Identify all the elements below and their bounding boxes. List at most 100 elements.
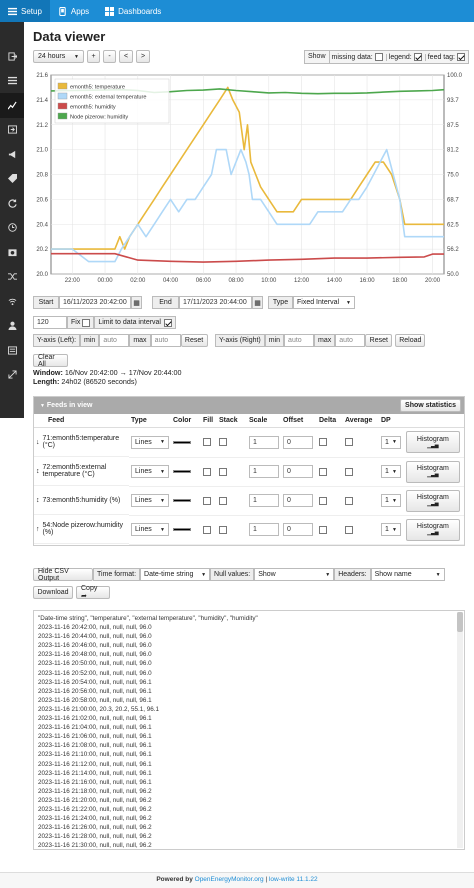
feed-offset-input[interactable]: 0 [283, 465, 313, 478]
feed-type-select[interactable]: Lines ▼ [131, 465, 169, 478]
download-button[interactable]: Download [33, 586, 73, 599]
sidebar-item-notify[interactable] [0, 142, 24, 167]
sidebar-item-expand[interactable] [0, 363, 24, 388]
feed-offset-input[interactable]: 0 [283, 435, 313, 449]
zoom-select[interactable]: 24 hours ▼ [33, 50, 84, 63]
headers-select[interactable]: Show name ▼ [370, 568, 445, 581]
y-left-min-input[interactable]: auto [99, 334, 130, 347]
footer-link[interactable]: OpenEnergyMonitor.org [195, 876, 264, 883]
feed-average-checkbox[interactable] [345, 438, 353, 447]
feed-dp-select[interactable]: 1 ▼ [381, 523, 401, 536]
clear-all-button[interactable]: Clear All [33, 354, 68, 368]
arrow-down-icon[interactable]: ↓ [36, 439, 40, 446]
fix-checkbox[interactable] [82, 318, 91, 327]
missing-data-checkbox[interactable] [374, 53, 383, 61]
sidebar-item-schedule[interactable] [0, 216, 24, 241]
feed-average-checkbox[interactable] [345, 496, 353, 505]
sidebar-item-account[interactable] [0, 314, 24, 339]
sidebar-item-graph[interactable] [0, 93, 24, 118]
interval-input[interactable]: 120 [33, 316, 67, 329]
feed-dp-select[interactable]: 1 ▼ [381, 435, 401, 449]
hide-csv-button[interactable]: Hide CSV Output [33, 568, 93, 582]
feed-dp-select[interactable]: 1 ▼ [381, 465, 401, 478]
feed-type-select[interactable]: Lines ▼ [131, 494, 169, 507]
feed-type-select[interactable]: Lines ▼ [131, 435, 169, 449]
feed-offset-input[interactable]: 0 [283, 523, 313, 536]
feeds-panel-header[interactable]: ▼ Feeds in view Show statistics [34, 397, 464, 414]
arrow-up-icon[interactable]: ↑ [36, 526, 40, 533]
calendar-icon[interactable]: ▦ [252, 296, 263, 309]
show-statistics-button[interactable]: Show statistics [400, 399, 461, 412]
feed-tag-checkbox[interactable] [456, 53, 465, 61]
data-chart[interactable]: 20.0 20.2 20.4 20.6 20.8 21.0 21.2 21.4 21.6 50.0… [24, 68, 474, 290]
feed-delta-checkbox[interactable] [319, 438, 327, 447]
sidebar-item-wifi[interactable] [0, 289, 24, 314]
end-datetime-input[interactable]: 17/11/2023 20:44:00 [179, 296, 252, 309]
feed-color-swatch[interactable] [173, 499, 191, 502]
y-left-reset-button[interactable]: Reset [180, 334, 208, 347]
feed-type-select[interactable]: Lines ▼ [131, 523, 169, 536]
feed-scale-input[interactable]: 1 [249, 435, 279, 449]
histogram-button[interactable]: Histogram ▁▃▅ [405, 431, 460, 454]
interval-type-select[interactable]: Fixed Interval ▼ [293, 296, 355, 309]
feed-color-swatch[interactable] [173, 440, 191, 444]
apps-menu-button[interactable]: Apps [50, 0, 97, 22]
feed-stack-checkbox[interactable] [219, 525, 227, 534]
pan-right-button[interactable]: > [136, 50, 150, 63]
sidebar-item-logout[interactable] [0, 44, 24, 69]
null-values-select[interactable]: Show ▼ [254, 568, 335, 581]
feed-stack-checkbox[interactable] [219, 496, 227, 505]
feed-scale-input[interactable]: 1 [249, 465, 279, 478]
sidebar-item-list[interactable] [0, 69, 24, 94]
y-left-max-input[interactable]: auto [150, 334, 181, 347]
y-right-reset-button[interactable]: Reset [365, 334, 393, 347]
pan-left-button[interactable]: < [119, 50, 133, 63]
feed-color-swatch[interactable] [173, 470, 191, 473]
sidebar-item-tags[interactable] [0, 167, 24, 192]
calendar-icon[interactable]: ▦ [131, 296, 142, 309]
feed-color-swatch[interactable] [173, 528, 191, 531]
zoom-in-button[interactable]: + [87, 50, 100, 63]
feed-offset-input[interactable]: 0 [283, 494, 313, 507]
y-right-tick-label: 62.5 [447, 222, 459, 228]
feed-fill-checkbox[interactable] [203, 467, 211, 476]
footer-version[interactable]: low-write 11.1.22 [269, 876, 318, 883]
copy-button[interactable]: Copy ➦ [76, 585, 110, 600]
feed-delta-checkbox[interactable] [319, 525, 327, 534]
feed-stack-checkbox[interactable] [219, 438, 227, 447]
feed-scale-input[interactable]: 1 [249, 494, 279, 507]
y-right-max-input[interactable]: auto [335, 334, 366, 347]
feed-scale-input[interactable]: 1 [249, 523, 279, 536]
zoom-out-button[interactable]: - [103, 50, 116, 63]
y-right-min-input[interactable]: auto [284, 334, 315, 347]
start-datetime-input[interactable]: 16/11/2023 20:42:00 [59, 296, 131, 309]
feed-dp-select[interactable]: 1 ▼ [381, 494, 401, 507]
csv-scrollbar[interactable] [457, 612, 463, 848]
time-format-select[interactable]: Date-time string ▼ [140, 568, 211, 581]
sidebar-item-inputs[interactable] [0, 118, 24, 143]
feed-stack-checkbox[interactable] [219, 467, 227, 476]
csv-output[interactable]: "Date-time string", "temperature", "exte… [33, 610, 465, 850]
histogram-button[interactable]: Histogram ▁▃▅ [405, 489, 460, 512]
sidebar-item-admin[interactable] [0, 338, 24, 363]
reload-button[interactable]: Reload [395, 334, 426, 347]
dashboards-menu-button[interactable]: Dashboards [97, 0, 169, 22]
feed-average-checkbox[interactable] [345, 467, 353, 476]
sidebar-item-sync[interactable] [0, 191, 24, 216]
feed-delta-checkbox[interactable] [319, 467, 327, 476]
legend-checkbox[interactable] [413, 53, 422, 61]
feed-fill-checkbox[interactable] [203, 438, 211, 447]
sidebar-item-shuffle[interactable] [0, 265, 24, 290]
feed-fill-checkbox[interactable] [203, 496, 211, 505]
arrow-up-down-icon[interactable]: ↕ [36, 497, 40, 504]
feed-delta-checkbox[interactable] [319, 496, 327, 505]
setup-menu-button[interactable]: Setup [0, 0, 50, 22]
sidebar-item-backup[interactable] [0, 240, 24, 265]
feed-average-checkbox[interactable] [345, 525, 353, 534]
histogram-button[interactable]: Histogram ▁▃▅ [405, 518, 460, 541]
feed-fill-checkbox[interactable] [203, 525, 211, 534]
limit-interval-checkbox[interactable] [164, 318, 172, 327]
arrow-up-down-icon[interactable]: ↕ [36, 468, 40, 475]
histogram-button[interactable]: Histogram ▁▃▅ [405, 460, 460, 483]
csv-scrollbar-thumb[interactable] [457, 612, 463, 632]
